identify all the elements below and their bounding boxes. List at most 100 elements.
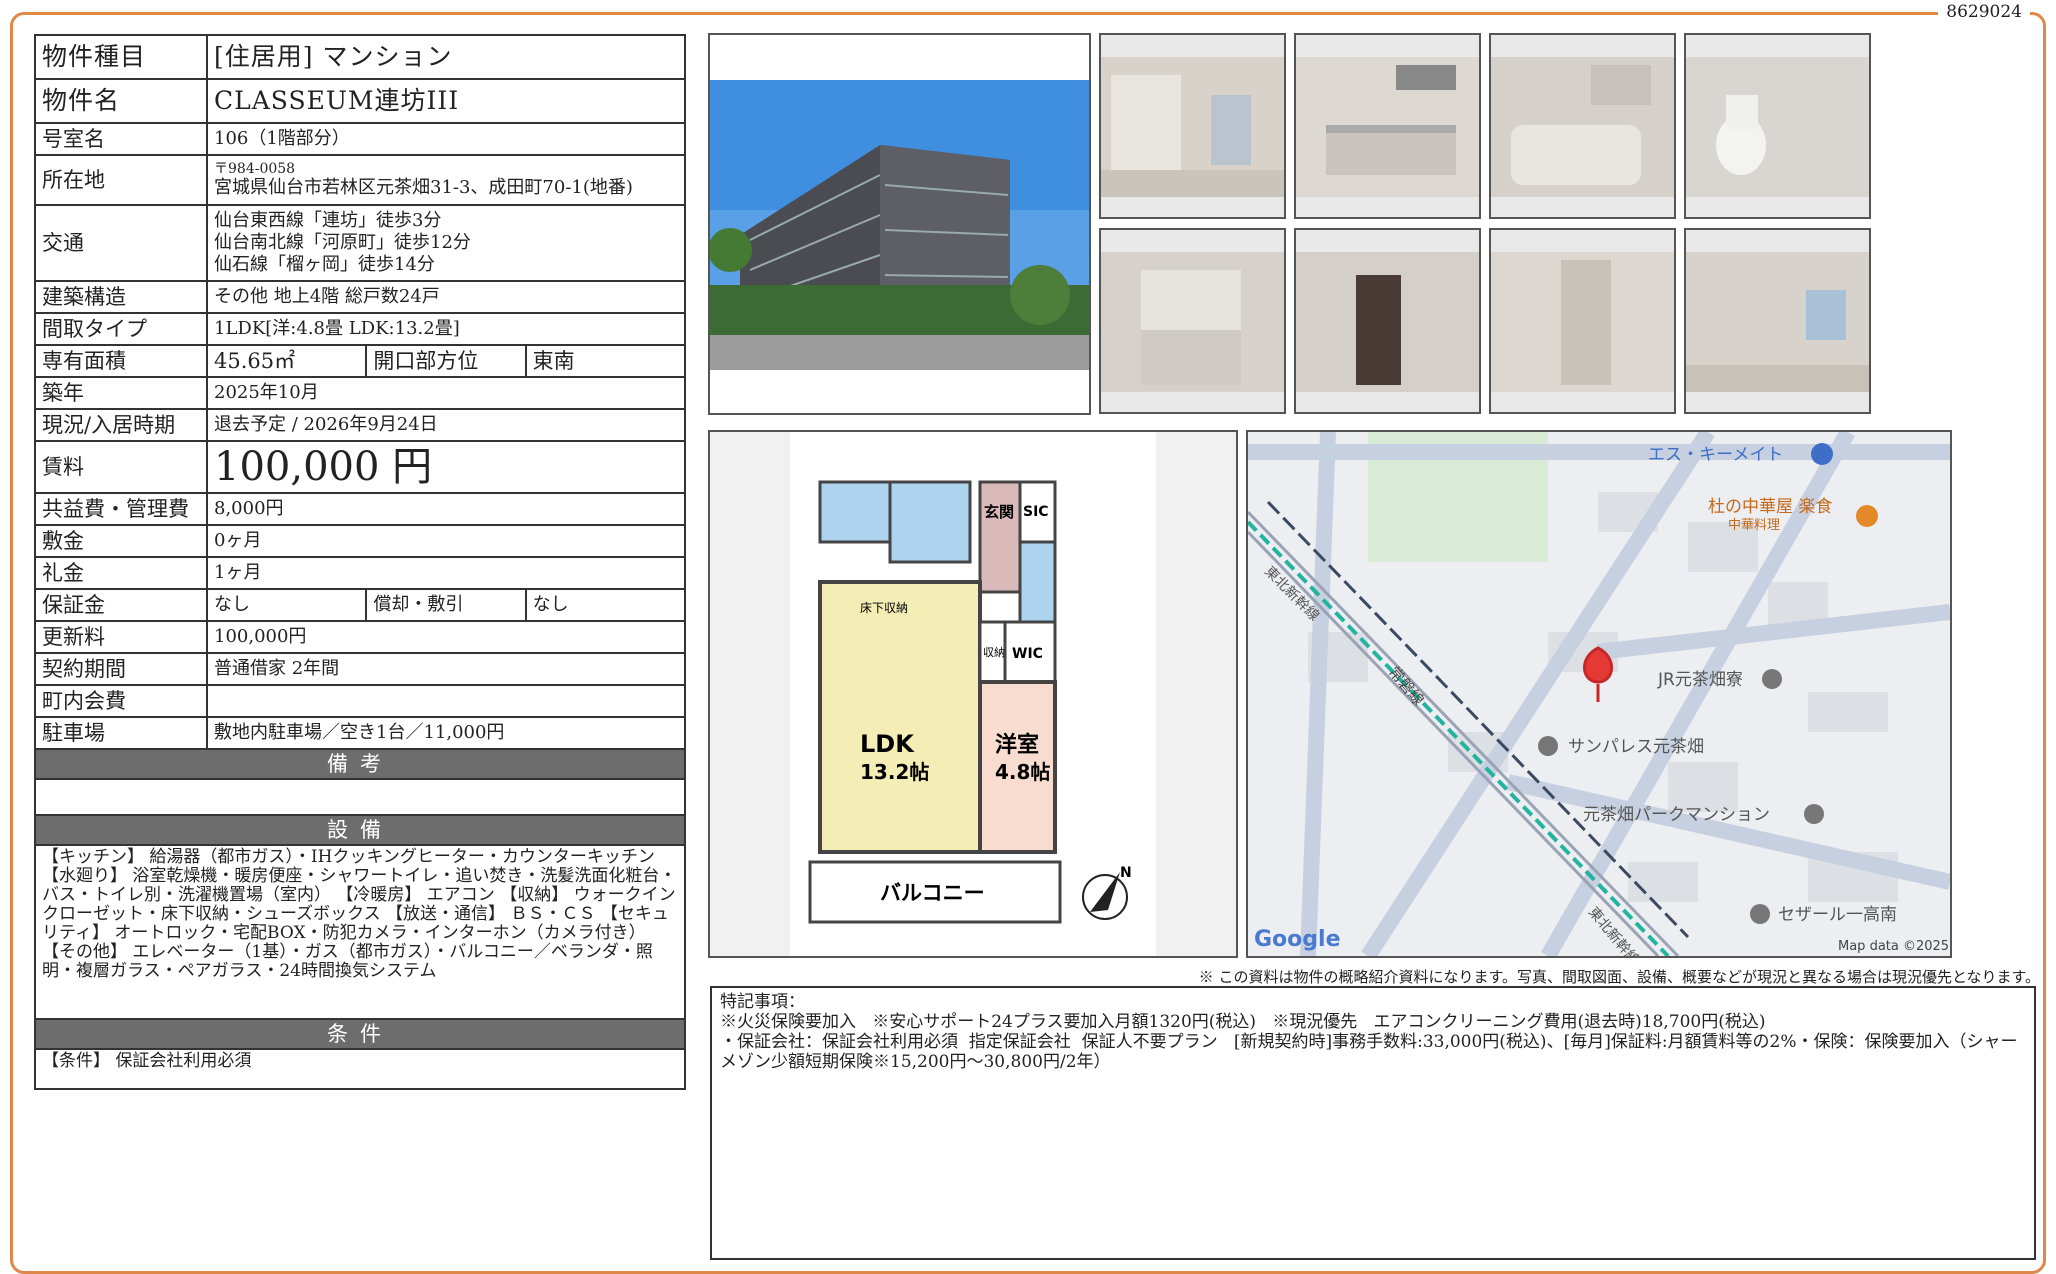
renewal-label: 更新料 — [34, 620, 208, 654]
special-notes: 特記事項： ※火災保険要加入 ※安心サポート24プラス要加入月額1320円(税込… — [710, 986, 2036, 1260]
place-pin-icon — [1538, 736, 1558, 756]
direction-value: 東南 — [524, 344, 687, 378]
fp-wic: WIC — [1012, 646, 1043, 662]
building-image — [710, 80, 1089, 370]
fp-yoshitsu: 洋室 — [995, 732, 1039, 758]
notes-line-1: ※火災保険要加入 ※安心サポート24プラス要加入月額1320円(税込) ※現況優… — [720, 1012, 1766, 1032]
map-copyright: Map data ©2025 — [1838, 939, 1949, 954]
google-logo: Google — [1254, 927, 1341, 952]
place-pin-icon — [1750, 904, 1770, 924]
deposit-label: 敷金 — [34, 524, 208, 558]
fp-north: N — [1120, 865, 1132, 881]
interior-photo-2 — [1294, 33, 1481, 219]
address-value: 宮城県仙台市若林区元茶畑31-3、成田町70-1(地番) — [214, 177, 633, 198]
fp-shuno: 収納 — [983, 646, 1005, 659]
place-pin-icon — [1804, 804, 1824, 824]
layout-value: 1LDK[洋:4.8畳 LDK:13.2畳] — [206, 312, 686, 346]
type-value: [住居用] マンション — [206, 34, 686, 80]
direction-label: 開口部方位 — [365, 344, 527, 378]
access-line: 仙石線「榴ヶ岡」徒歩14分 — [214, 254, 435, 275]
interior-photo-6 — [1294, 228, 1481, 414]
fp-yoshitsu-size: 4.8帖 — [995, 760, 1050, 784]
fp-ldk: LDK — [860, 730, 915, 758]
access-label: 交通 — [34, 204, 208, 282]
map-place: 中華料理 — [1728, 518, 1780, 533]
status-label: 現況/入居時期 — [34, 408, 208, 442]
access-line: 仙台南北線「河原町」徒歩12分 — [214, 232, 471, 253]
map-drawing: エス・キーメイト 杜の中華屋 楽食 中華料理 JR元茶畑寮 サンパレス元茶畑 元… — [1248, 432, 1950, 956]
structure-label: 建築構造 — [34, 280, 208, 314]
area-label: 専有面積 — [34, 344, 208, 378]
facilities-header: 設備 — [34, 816, 686, 846]
map-place: 元茶畑パークマンション — [1583, 805, 1770, 825]
rent-label: 賃料 — [34, 440, 208, 494]
interior-photo-8 — [1684, 228, 1871, 414]
fp-ldk-size: 13.2帖 — [860, 760, 929, 784]
parking-label: 駐車場 — [34, 716, 208, 750]
map-place: セザール一高南 — [1778, 905, 1897, 925]
place-pin-icon — [1762, 669, 1782, 689]
interior-photo-1 — [1099, 33, 1286, 219]
building-photo — [708, 33, 1091, 415]
community-label: 町内会費 — [34, 684, 208, 718]
amort-label: 償却・敷引 — [365, 588, 527, 622]
location-map: エス・キーメイト 杜の中華屋 楽食 中華料理 JR元茶畑寮 サンパレス元茶畑 元… — [1246, 430, 1952, 958]
name-value: CLASSEUM連坊III — [206, 78, 686, 124]
property-spec: 物件種目 [住居用] マンション 物件名 CLASSEUM連坊III 号室名 1… — [34, 34, 687, 1090]
map-place: 杜の中華屋 楽食 — [1708, 497, 1832, 517]
amort-value: なし — [524, 588, 687, 622]
built-label: 築年 — [34, 376, 208, 410]
address-label: 所在地 — [34, 154, 208, 206]
notes-title: 特記事項： — [720, 992, 805, 1012]
conditions-header: 条件 — [34, 1020, 686, 1050]
interior-photo-7 — [1489, 228, 1676, 414]
floor-plan: 玄関 SIC 床下収納 収納 WIC LDK 13.2帖 洋室 4.8帖 バルコ… — [708, 430, 1238, 958]
rent-value: 100,000 円 — [206, 440, 686, 494]
contract-label: 契約期間 — [34, 652, 208, 686]
interior-photo-3 — [1489, 33, 1676, 219]
contract-value: 普通借家 2年間 — [206, 652, 686, 686]
room-label: 号室名 — [34, 122, 208, 156]
place-pin-icon — [1811, 443, 1833, 465]
restaurant-icon — [1856, 505, 1878, 527]
fee-value: 8,000円 — [206, 492, 686, 526]
address-cell: 〒984-0058 宮城県仙台市若林区元茶畑31-3、成田町70-1(地番) — [206, 154, 686, 206]
facilities-text: 【キッチン】 給湯器（都市ガス）・IHクッキングヒーター・カウンターキッチン 【… — [34, 846, 686, 1020]
access-cell: 仙台東西線「連坊」徒歩3分 仙台南北線「河原町」徒歩12分 仙石線「榴ヶ岡」徒歩… — [206, 204, 686, 282]
guarantee-value: なし — [205, 588, 368, 622]
map-place: エス・キーメイト — [1648, 445, 1783, 465]
key-money-label: 礼金 — [34, 556, 208, 590]
access-line: 仙台東西線「連坊」徒歩3分 — [214, 210, 442, 231]
name-label: 物件名 — [34, 78, 208, 124]
layout-label: 間取タイプ — [34, 312, 208, 346]
map-place: サンパレス元茶畑 — [1568, 737, 1704, 757]
interior-photo-5 — [1099, 228, 1286, 414]
fp-yukashita: 床下収納 — [860, 601, 908, 615]
fp-balcony: バルコニー — [880, 881, 985, 905]
disclaimer: ※ この資料は物件の概略紹介資料になります。写真、間取図面、設備、概要などが現況… — [1198, 968, 2040, 986]
deposit-value: 0ヶ月 — [206, 524, 686, 558]
notes-line-2: ・保証会社：保証会社利用必須 指定保証会社 保証人不要プラン [新規契約時]事務… — [720, 1032, 2018, 1072]
renewal-value: 100,000円 — [206, 620, 686, 654]
fp-genkan: 玄関 — [984, 503, 1014, 521]
floor-plan-drawing: 玄関 SIC 床下収納 収納 WIC LDK 13.2帖 洋室 4.8帖 バルコ… — [710, 432, 1236, 956]
area-value: 45.65㎡ — [205, 344, 368, 378]
community-value — [206, 684, 686, 718]
status-value: 退去予定 / 2026年9月24日 — [206, 408, 686, 442]
interior-photo-4 — [1684, 33, 1871, 219]
guarantee-label: 保証金 — [34, 588, 208, 622]
fee-label: 共益費・管理費 — [34, 492, 208, 526]
spec-table: 物件種目 [住居用] マンション 物件名 CLASSEUM連坊III 号室名 1… — [34, 34, 687, 750]
document-id: 8629024 — [1938, 2, 2030, 22]
structure-value: その他 地上4階 総戸数24戸 — [206, 280, 686, 314]
parking-value: 敷地内駐車場／空き1台／11,000円 — [206, 716, 686, 750]
type-label: 物件種目 — [34, 34, 208, 80]
remarks-box — [34, 780, 686, 816]
room-value: 106（1階部分） — [206, 122, 686, 156]
remarks-header: 備考 — [34, 750, 686, 780]
postal-code: 〒984-0058 — [214, 161, 296, 177]
conditions-text: 【条件】 保証会社利用必須 — [34, 1050, 686, 1090]
key-money-value: 1ヶ月 — [206, 556, 686, 590]
map-place: JR元茶畑寮 — [1657, 670, 1743, 690]
fp-sic: SIC — [1023, 504, 1049, 520]
